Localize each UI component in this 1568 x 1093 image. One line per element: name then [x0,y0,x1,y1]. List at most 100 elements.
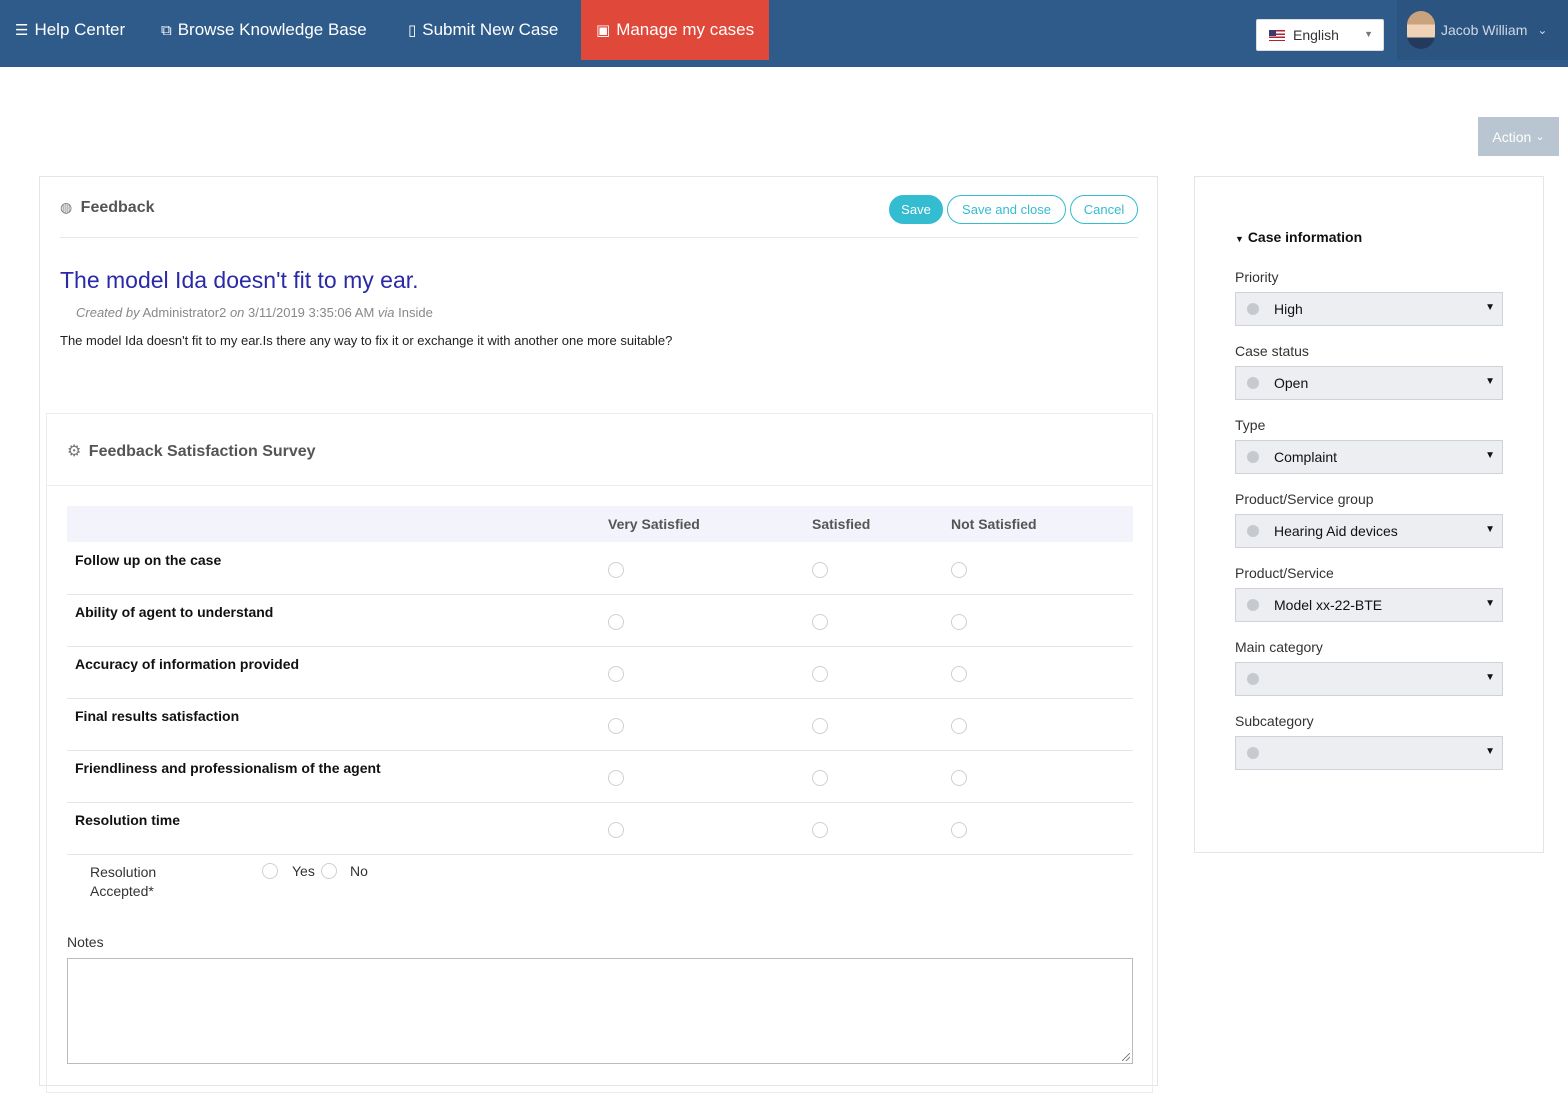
not-satisfied-radio[interactable] [951,562,967,578]
nav-help-center[interactable]: ☰ Help Center [15,0,125,60]
resolution-no-radio[interactable] [321,863,337,879]
row-label: Final results satisfaction [75,708,240,724]
satisfied-radio[interactable] [812,718,828,734]
us-flag-icon [1269,29,1285,41]
top-navigation-bar: ☰ Help Center ⧉ Browse Knowledge Base ▯ … [0,0,1568,67]
survey-row: Final results satisfaction [67,698,1133,751]
nav-submit-new-case-label: Submit New Case [422,20,559,39]
very-satisfied-radio[interactable] [608,718,624,734]
via-source: Inside [398,305,433,320]
case-title: The model Ida doesn't fit to my ear. [60,267,419,293]
cancel-button[interactable]: Cancel [1070,195,1138,224]
user-name: Jacob William [1441,22,1528,38]
satisfied-radio[interactable] [812,562,828,578]
subcategory-select[interactable]: ▼ [1235,736,1503,770]
case-meta: Created by Administrator2 on 3/11/2019 3… [76,305,433,320]
nav-browse-knowledge-base[interactable]: ⧉ Browse Knowledge Base [161,0,367,60]
notes-textarea[interactable] [67,958,1133,1064]
product-service-select[interactable]: Model xx-22-BTE ▼ [1235,588,1503,622]
nav-manage-my-cases[interactable]: ▣ Manage my cases [581,0,770,60]
type-select[interactable]: Complaint ▼ [1235,440,1503,474]
divider [47,485,1152,486]
globe-icon: ◍ [60,199,73,215]
case-information-toggle[interactable]: ▼ Case information [1235,229,1362,245]
caret-down-icon: ▼ [1485,524,1495,535]
very-satisfied-radio[interactable] [608,822,624,838]
priority-select[interactable]: High ▼ [1235,292,1503,326]
resolution-label-line-2: Accepted* [90,883,154,899]
status-dot-icon [1247,451,1259,463]
product-service-label: Product/Service [1235,565,1334,581]
feedback-section-title: ◍ Feedback [60,199,154,217]
created-by-prefix: Created by [76,305,140,320]
caret-down-icon: ▼ [1485,376,1495,387]
case-information-panel: ▼ Case information Priority High ▼ Case … [1194,176,1544,853]
very-satisfied-radio[interactable] [608,614,624,630]
satisfied-radio[interactable] [812,666,828,682]
nav-browse-knowledge-base-label: Browse Knowledge Base [177,20,367,39]
user-menu[interactable]: Jacob William ⌄ [1397,0,1568,60]
main-category-label: Main category [1235,639,1323,655]
nav-submit-new-case[interactable]: ▯ Submit New Case [408,0,558,60]
row-label: Resolution time [75,812,181,828]
product-service-group-label: Product/Service group [1235,491,1374,507]
priority-label: Priority [1235,269,1279,285]
case-information-title: Case information [1247,229,1363,245]
case-description: The model Ida doesn't fit to my ear.Is t… [60,333,673,348]
survey-row: Friendliness and professionalism of the … [67,750,1133,803]
language-select[interactable]: English ▼ [1256,19,1384,51]
column-very-satisfied: Very Satisfied [608,516,700,532]
not-satisfied-radio[interactable] [951,666,967,682]
case-status-value: Open [1274,375,1309,391]
survey-title: ⚙ Feedback Satisfaction Survey [67,441,316,461]
main-category-select[interactable]: ▼ [1235,662,1503,696]
save-button[interactable]: Save [889,195,943,224]
created-on: 3/11/2019 3:35:06 AM [248,305,375,320]
column-not-satisfied: Not Satisfied [951,516,1037,532]
case-status-select[interactable]: Open ▼ [1235,366,1503,400]
feedback-title-text: Feedback [80,199,155,216]
very-satisfied-radio[interactable] [608,666,624,682]
survey-title-text: Feedback Satisfaction Survey [88,443,316,460]
resolution-yes-radio[interactable] [262,863,278,879]
action-button[interactable]: Action ⌄ [1478,117,1559,156]
not-satisfied-radio[interactable] [951,718,967,734]
resize-handle-icon[interactable] [1122,1053,1130,1061]
very-satisfied-radio[interactable] [608,562,624,578]
satisfied-radio[interactable] [812,822,828,838]
action-label: Action [1492,128,1532,145]
column-satisfied: Satisfied [812,516,871,532]
not-satisfied-radio[interactable] [951,822,967,838]
status-dot-icon [1247,673,1259,685]
case-status-label: Case status [1235,343,1309,359]
caret-down-icon: ▼ [1485,450,1495,461]
subcategory-label: Subcategory [1235,713,1314,729]
status-dot-icon [1247,303,1259,315]
survey-row: Accuracy of information provided [67,646,1133,699]
divider [60,237,1138,238]
notes-label: Notes [67,934,104,950]
avatar [1407,11,1435,49]
priority-value: High [1274,301,1303,317]
status-dot-icon [1247,377,1259,389]
save-and-close-button[interactable]: Save and close [947,195,1066,224]
product-service-group-select[interactable]: Hearing Aid devices ▼ [1235,514,1503,548]
not-satisfied-radio[interactable] [951,614,967,630]
very-satisfied-radio[interactable] [608,770,624,786]
survey-row: Follow up on the case [67,542,1133,595]
caret-down-icon: ▼ [1485,672,1495,683]
book-icon: ⧉ [161,21,172,39]
chevron-down-icon: ⌄ [1535,131,1545,143]
satisfied-radio[interactable] [812,614,828,630]
resolution-accepted-label: Resolution Accepted* [90,863,156,901]
satisfied-radio[interactable] [812,770,828,786]
status-dot-icon [1247,599,1259,611]
row-label: Accuracy of information provided [75,656,300,672]
via-prefix: via [377,305,395,320]
list-icon: ☰ [15,22,29,39]
not-satisfied-radio[interactable] [951,770,967,786]
type-value: Complaint [1274,449,1338,465]
caret-down-icon: ▼ [1485,302,1495,313]
gear-icon: ⚙ [67,443,82,460]
caret-down-icon: ▼ [1485,746,1495,757]
